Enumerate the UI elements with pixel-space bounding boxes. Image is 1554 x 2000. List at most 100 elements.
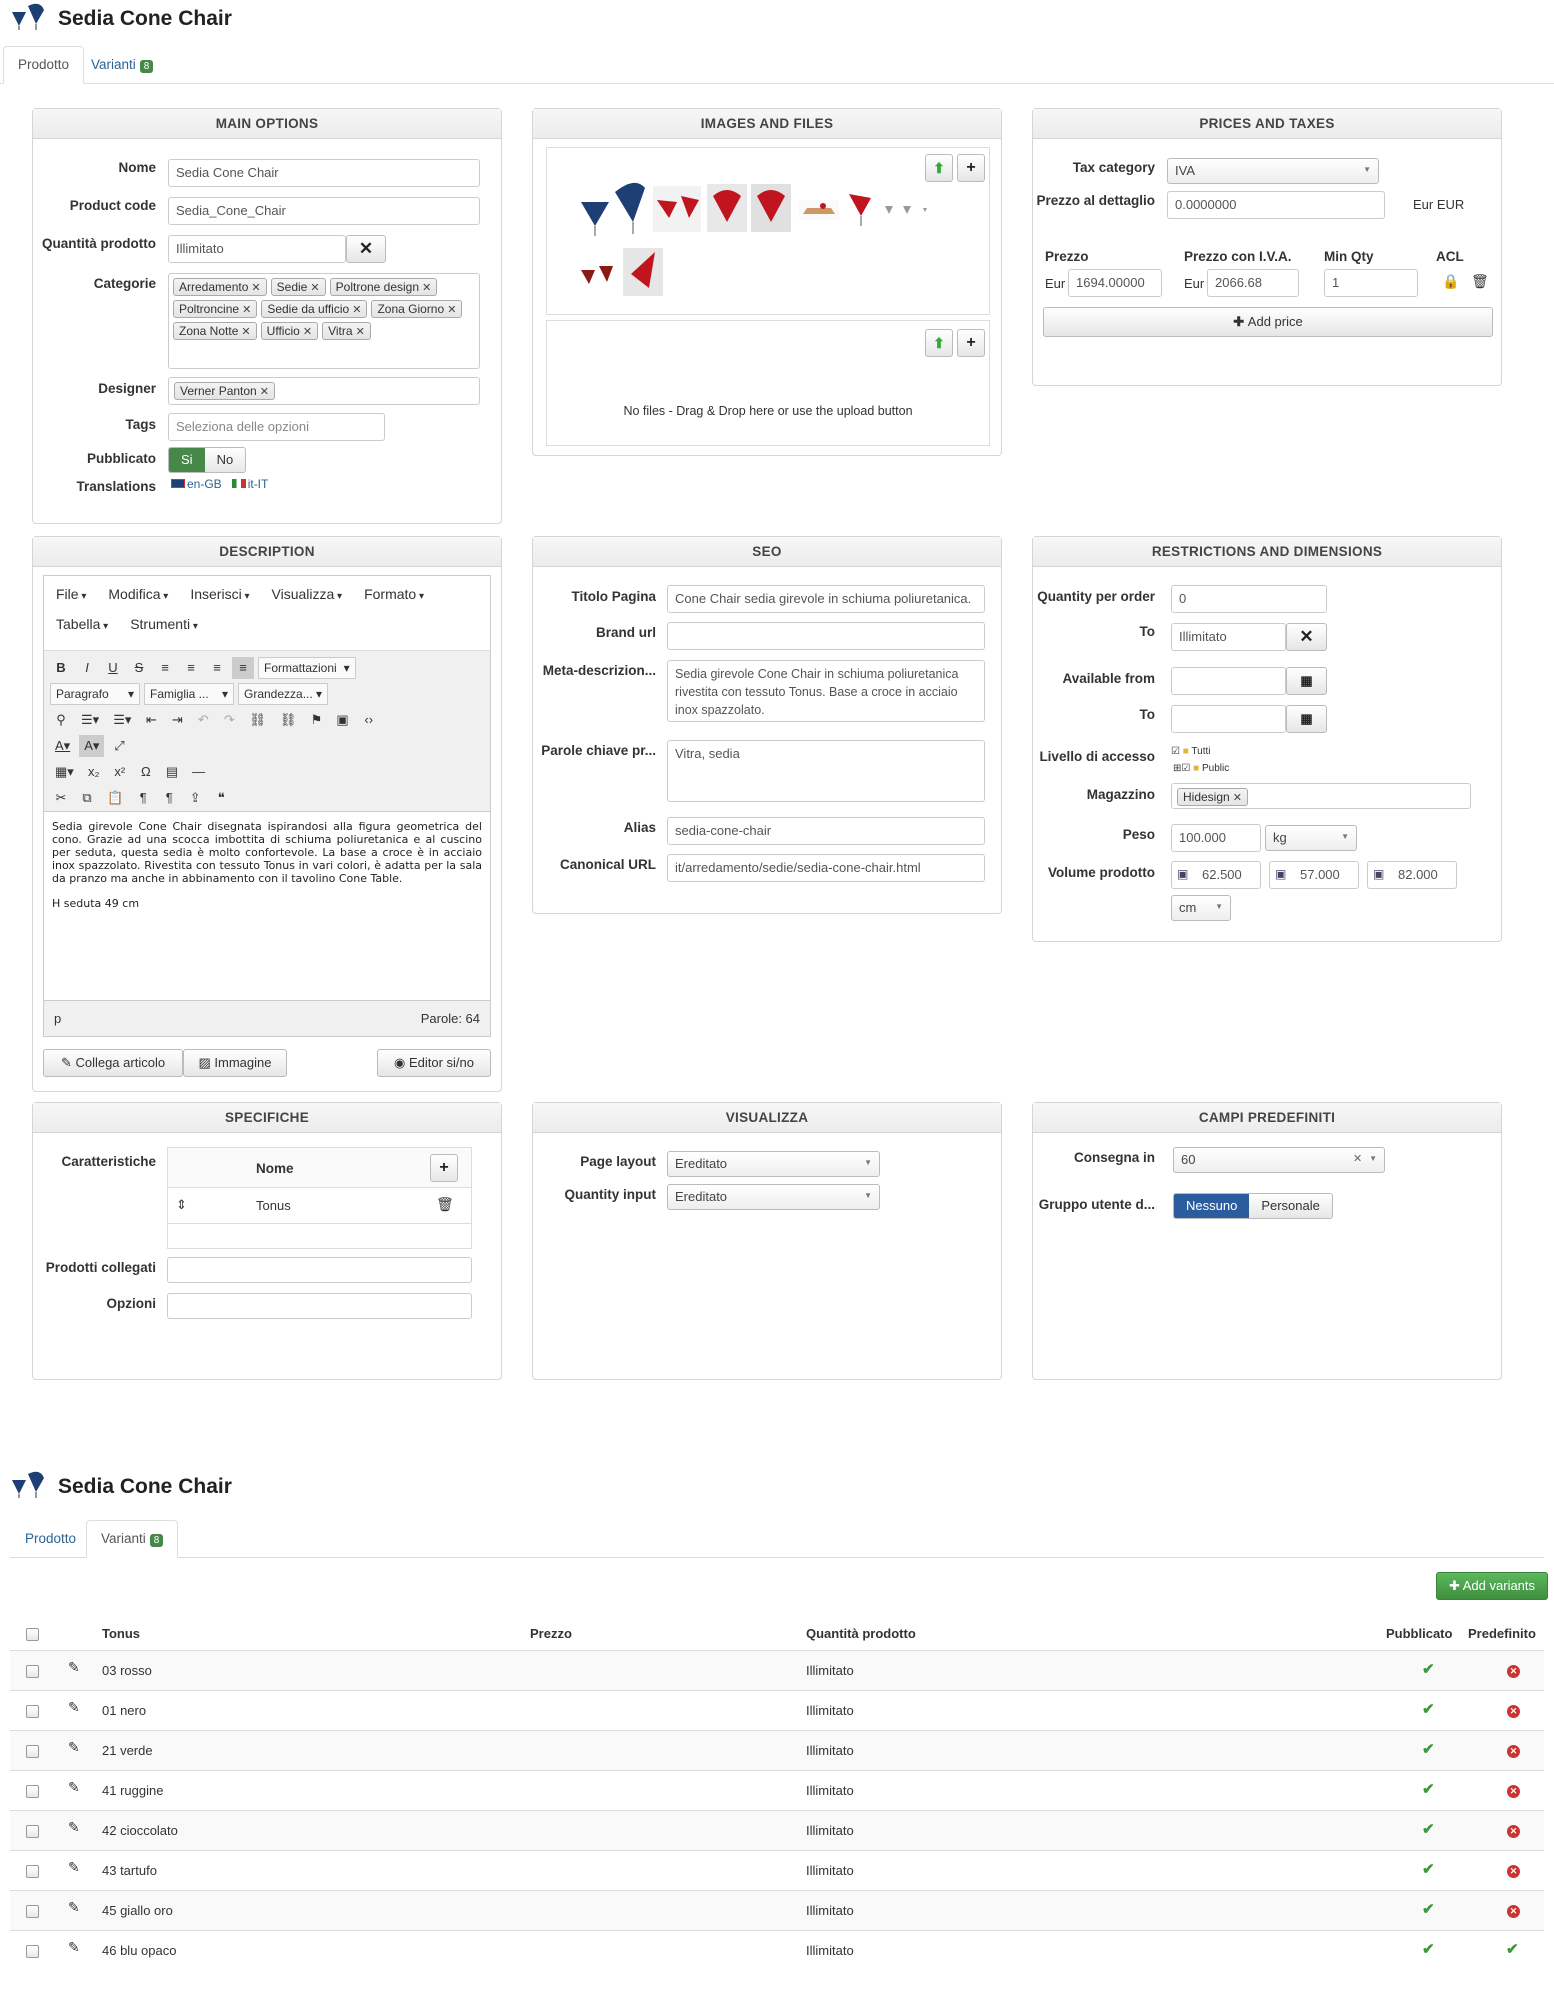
- product-image-thumbnails[interactable]: [561, 166, 961, 306]
- row-checkbox[interactable]: [26, 1865, 39, 1878]
- add-file-icon[interactable]: +: [957, 329, 985, 357]
- category-chip[interactable]: Vitra: [322, 322, 371, 340]
- published-toggle[interactable]: Si No: [168, 447, 247, 473]
- editor-menu-strumenti[interactable]: Strumenti: [130, 616, 198, 632]
- published-check-icon[interactable]: ✔: [1422, 1940, 1435, 1958]
- undo-icon[interactable]: ↶: [192, 709, 214, 731]
- product-code-input[interactable]: Sedia_Cone_Chair: [168, 197, 480, 225]
- options-input[interactable]: [167, 1293, 472, 1319]
- numbered-list-icon[interactable]: ☰▾: [108, 709, 136, 731]
- published-check-icon[interactable]: ✔: [1422, 1740, 1435, 1758]
- variant-name[interactable]: 45 giallo oro: [102, 1903, 173, 1918]
- weight-input[interactable]: 100.000: [1171, 824, 1261, 852]
- files-dropzone[interactable]: ⬆ + No files - Drag & Drop here or use t…: [546, 320, 990, 446]
- user-group-none[interactable]: Nessuno: [1174, 1194, 1250, 1218]
- add-feature-icon[interactable]: +: [430, 1154, 458, 1182]
- editor-menu-tabella[interactable]: Tabella: [56, 616, 108, 632]
- not-default-icon[interactable]: ✕: [1507, 1822, 1520, 1838]
- align-left-icon[interactable]: ≡: [154, 657, 176, 679]
- available-from-input[interactable]: [1171, 667, 1286, 695]
- paste-icon[interactable]: 📋: [102, 787, 128, 809]
- edit-variant-icon[interactable]: ✎: [68, 1819, 80, 1836]
- min-qty-input[interactable]: 1: [1324, 269, 1418, 297]
- tab-product-2[interactable]: Prodotto: [10, 1520, 91, 1558]
- edit-variant-icon[interactable]: ✎: [68, 1779, 80, 1796]
- drag-handle-icon[interactable]: ⇕: [176, 1197, 187, 1213]
- variant-name[interactable]: 01 nero: [102, 1703, 146, 1718]
- edit-variant-icon[interactable]: ✎: [68, 1859, 80, 1876]
- published-check-icon[interactable]: ✔: [1422, 1900, 1435, 1918]
- editor-menu-modifica[interactable]: Modifica: [108, 586, 168, 602]
- published-no[interactable]: No: [204, 448, 246, 472]
- published-check-icon[interactable]: ✔: [1422, 1700, 1435, 1718]
- name-input[interactable]: Sedia Cone Chair: [168, 159, 480, 187]
- clear-delivery-icon[interactable]: ✕: [1353, 1152, 1362, 1165]
- row-checkbox[interactable]: [26, 1905, 39, 1918]
- category-chip[interactable]: Sedie da ufficio: [261, 300, 368, 318]
- bold-icon[interactable]: B: [50, 657, 72, 679]
- rtl-icon[interactable]: ¶: [158, 787, 180, 809]
- indent-icon[interactable]: ⇥: [166, 709, 188, 731]
- price-vat-input[interactable]: 2066.68: [1207, 269, 1299, 297]
- price-input[interactable]: 1694.00000: [1068, 269, 1162, 297]
- canonical-input[interactable]: it/arredamento/sedie/sedia-cone-chair.ht…: [667, 854, 985, 882]
- subscript-icon[interactable]: x₂: [83, 761, 105, 783]
- variant-name[interactable]: 21 verde: [102, 1743, 153, 1758]
- image-icon[interactable]: ▣: [331, 709, 353, 731]
- not-default-icon[interactable]: ✕: [1507, 1702, 1520, 1718]
- qty-per-order-input[interactable]: 0: [1171, 585, 1327, 613]
- redo-icon[interactable]: ↷: [218, 709, 240, 731]
- row-checkbox[interactable]: [26, 1665, 39, 1678]
- default-check-icon[interactable]: ✔: [1506, 1940, 1519, 1958]
- paragraph-dropdown[interactable]: Paragrafo: [50, 683, 140, 705]
- toggle-editor-button[interactable]: ◉ Editor si/no: [377, 1049, 491, 1077]
- copy-icon[interactable]: ⧉: [76, 787, 98, 809]
- quantity-input[interactable]: Illimitato: [168, 235, 346, 263]
- variant-name[interactable]: 46 blu opaco: [102, 1943, 176, 1958]
- editor-content[interactable]: Sedia girevole Cone Chair disegnata ispi…: [52, 820, 482, 910]
- edit-variant-icon[interactable]: ✎: [68, 1939, 80, 1956]
- link-article-button[interactable]: ✎ Collega articolo: [43, 1049, 183, 1077]
- qty-to-input[interactable]: Illimitato: [1171, 623, 1286, 651]
- add-price-button[interactable]: ✚ Add price: [1043, 307, 1493, 337]
- upload-file-icon[interactable]: ⬆: [925, 329, 953, 357]
- add-variants-button[interactable]: ✚ Add variants: [1436, 1572, 1548, 1600]
- not-default-icon[interactable]: ✕: [1507, 1742, 1520, 1758]
- font-family-dropdown[interactable]: Famiglia ...: [144, 683, 234, 705]
- available-to-input[interactable]: [1171, 705, 1286, 733]
- category-chip[interactable]: Zona Giorno: [371, 300, 463, 318]
- variant-name[interactable]: 43 tartufo: [102, 1863, 157, 1878]
- variant-name[interactable]: 41 ruggine: [102, 1783, 163, 1798]
- editor-menu-file[interactable]: File: [56, 586, 86, 602]
- designer-field[interactable]: Verner Panton: [168, 377, 480, 405]
- published-check-icon[interactable]: ✔: [1422, 1860, 1435, 1878]
- cut-icon[interactable]: ✂: [50, 787, 72, 809]
- page-title-input[interactable]: Cone Chair sedia girevole in schiuma pol…: [667, 585, 985, 613]
- find-icon[interactable]: ⚲: [50, 709, 72, 731]
- trash-icon[interactable]: 🗑: [1471, 273, 1489, 290]
- brand-url-input[interactable]: [667, 622, 985, 650]
- images-dropzone[interactable]: ⬆ +: [546, 147, 990, 315]
- edit-variant-icon[interactable]: ✎: [68, 1739, 80, 1756]
- select-all-checkbox[interactable]: [26, 1628, 39, 1641]
- variant-name[interactable]: 42 cioccolato: [102, 1823, 178, 1838]
- bookmark-icon[interactable]: ⚑: [305, 709, 327, 731]
- warehouse-field[interactable]: Hidesign: [1171, 783, 1471, 809]
- clear-quantity-button[interactable]: ✕: [346, 235, 386, 263]
- category-chip[interactable]: Poltroncine: [173, 300, 258, 318]
- outdent-icon[interactable]: ⇤: [140, 709, 162, 731]
- not-default-icon[interactable]: ✕: [1507, 1782, 1520, 1798]
- align-center-icon[interactable]: ≡: [180, 657, 202, 679]
- fullscreen-icon[interactable]: ⤢: [108, 735, 130, 757]
- row-checkbox[interactable]: [26, 1825, 39, 1838]
- tab-variants-2[interactable]: Varianti 8: [86, 1520, 179, 1558]
- retail-price-input[interactable]: 0.0000000: [1167, 191, 1385, 219]
- warehouse-chip[interactable]: Hidesign: [1177, 788, 1248, 806]
- code-icon[interactable]: ‹›: [358, 709, 380, 731]
- translation-it-link[interactable]: it-IT: [231, 477, 268, 491]
- categories-field[interactable]: ArredamentoSediePoltrone design Poltronci…: [168, 273, 480, 369]
- weight-unit-select[interactable]: kg: [1265, 825, 1357, 851]
- row-checkbox[interactable]: [26, 1745, 39, 1758]
- formats-dropdown[interactable]: Formattazioni: [258, 657, 356, 679]
- alias-input[interactable]: sedia-cone-chair: [667, 817, 985, 845]
